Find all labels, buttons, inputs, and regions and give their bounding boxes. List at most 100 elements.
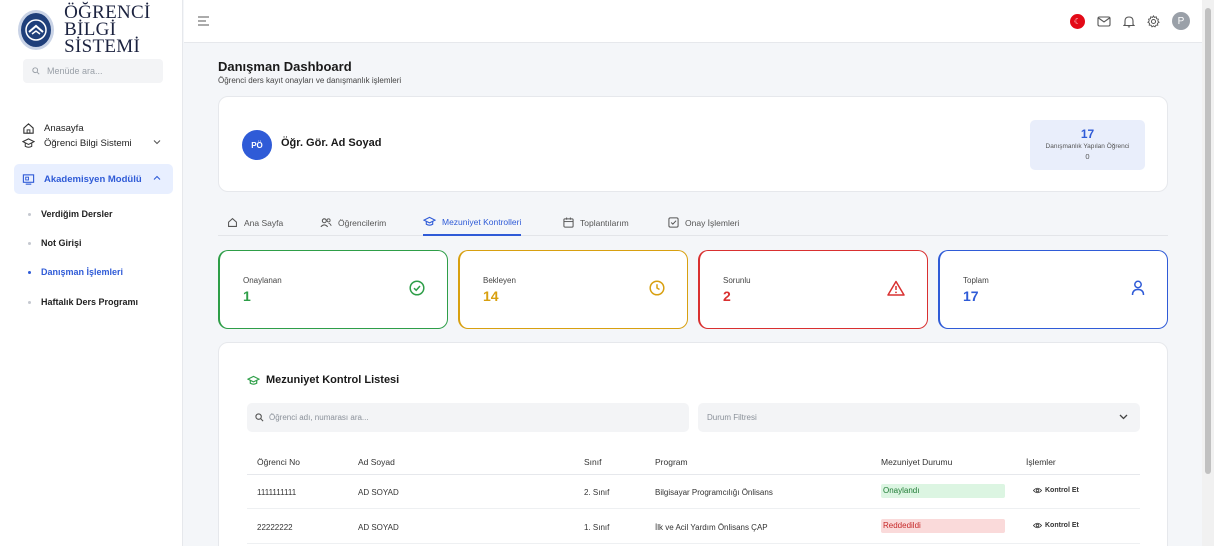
search-icon bbox=[32, 67, 40, 75]
user-avatar[interactable]: P bbox=[1172, 12, 1190, 30]
check-button[interactable]: Kontrol Et bbox=[1033, 487, 1079, 494]
sidebar-subitem-advisor-operations[interactable]: Danışman İşlemleri bbox=[28, 267, 123, 277]
advisor-profile-card: PÖ Öğr. Gör. Ad Soyad 17 Danışmanlık Yap… bbox=[218, 96, 1168, 192]
table-row[interactable]: 1111111111 AD SOYAD 2. Sınıf Bilgisayar … bbox=[247, 475, 1140, 509]
page-scrollbar[interactable] bbox=[1202, 0, 1214, 546]
list-title: Mezuniyet Kontrol Listesi bbox=[247, 374, 399, 386]
menu-search-placeholder: Menüde ara... bbox=[47, 66, 103, 76]
status-filter-select[interactable]: Durum Filtresi bbox=[698, 403, 1140, 432]
tab-label: Öğrencilerim bbox=[338, 217, 387, 228]
stat-label: Sorunlu bbox=[723, 276, 751, 285]
column-header-actions[interactable]: İşlemler bbox=[1026, 457, 1056, 467]
stat-label: Bekleyen bbox=[483, 276, 516, 285]
tab-label: Ana Sayfa bbox=[244, 217, 284, 228]
advisor-avatar: PÖ bbox=[242, 130, 272, 160]
status-badge: Onaylandı bbox=[881, 484, 1005, 498]
advisor-name: Öğr. Gör. Ad Soyad bbox=[281, 137, 382, 149]
bullet-icon bbox=[28, 300, 31, 304]
graduation-cap-icon bbox=[423, 216, 436, 226]
sidebar-subitem-label: Haftalık Ders Programı bbox=[41, 297, 139, 307]
sidebar-item-student-info[interactable]: Öğrenci Bilgi Sistemi bbox=[14, 128, 173, 158]
eye-icon bbox=[1033, 522, 1042, 529]
checkbox-icon bbox=[668, 217, 679, 228]
page-title: Danışman Dashboard bbox=[218, 59, 352, 74]
stat-value: 17 bbox=[963, 288, 979, 304]
stat-label: Onaylanan bbox=[243, 276, 282, 285]
tab-label: Onay İşlemleri bbox=[685, 217, 740, 228]
university-seal-icon bbox=[18, 9, 55, 50]
cell-student-no: 22222222 bbox=[257, 523, 293, 532]
sidebar-subitem-given-courses[interactable]: Verdiğim Dersler bbox=[28, 209, 113, 219]
user-icon bbox=[1131, 280, 1145, 296]
column-header-program[interactable]: Program bbox=[655, 457, 688, 467]
mail-icon[interactable] bbox=[1097, 15, 1111, 27]
graduation-cap-icon bbox=[21, 136, 35, 150]
dashboard-tabs: Ana Sayfa Öğrencilerim Mezuniyet Kontrol… bbox=[218, 209, 1168, 236]
user-avatar-initial: P bbox=[1177, 15, 1185, 27]
advised-students-sub: 0 bbox=[1085, 152, 1090, 161]
check-button-label: Kontrol Et bbox=[1045, 522, 1079, 529]
sidebar-item-label: Akademisyen Modülü bbox=[44, 173, 142, 185]
column-header-class[interactable]: Sınıf bbox=[584, 457, 601, 467]
cell-name: AD SOYAD bbox=[358, 523, 399, 532]
eye-icon bbox=[1033, 487, 1042, 494]
stat-card-approved: Onaylanan 1 bbox=[218, 250, 448, 329]
graduation-cap-icon bbox=[247, 375, 260, 385]
cell-name: AD SOYAD bbox=[358, 488, 399, 497]
app-logo[interactable]: ÖĞRENCİ BİLGİ SİSTEMİ bbox=[18, 3, 182, 57]
sidebar-subitem-weekly-schedule[interactable]: Haftalık Ders Programı bbox=[28, 297, 138, 307]
tab-label: Mezuniyet Kontrolleri bbox=[442, 216, 522, 227]
tab-home[interactable]: Ana Sayfa bbox=[227, 209, 283, 236]
student-search-input[interactable]: Öğrenci adı, numarası ara... bbox=[247, 403, 689, 432]
bullet-icon bbox=[28, 270, 31, 274]
tab-label: Toplantılarım bbox=[580, 217, 629, 228]
topbar-actions: ☾ P bbox=[1070, 12, 1190, 30]
users-icon bbox=[320, 218, 332, 228]
topbar: ☾ P bbox=[184, 0, 1202, 43]
column-header-name[interactable]: Ad Soyad bbox=[358, 457, 395, 467]
cell-program: İlk ve Acil Yardım Önlisans ÇAP bbox=[655, 523, 768, 532]
app-title-line2: BİLGİ SİSTEMİ bbox=[64, 19, 141, 57]
advisor-initials: PÖ bbox=[251, 140, 263, 150]
tab-approvals[interactable]: Onay İşlemleri bbox=[668, 209, 739, 236]
status-badge: Reddedildi bbox=[881, 519, 1005, 533]
tab-graduation-checks[interactable]: Mezuniyet Kontrolleri bbox=[423, 209, 522, 236]
advised-students-stat: 17 Danışmanlık Yapılan Öğrenci 0 bbox=[1030, 120, 1145, 170]
app-title: ÖĞRENCİ BİLGİ SİSTEMİ bbox=[64, 3, 182, 57]
advised-students-label: Danışmanlık Yapılan Öğrenci bbox=[1045, 143, 1130, 150]
sidebar-item-academic-module[interactable]: Akademisyen Modülü bbox=[14, 164, 173, 194]
column-header-student-no[interactable]: Öğrenci No bbox=[257, 457, 300, 467]
bullet-icon bbox=[28, 212, 31, 216]
list-title-text: Mezuniyet Kontrol Listesi bbox=[266, 374, 400, 386]
calendar-icon bbox=[563, 217, 574, 228]
stat-card-total: Toplam 17 bbox=[938, 250, 1168, 329]
check-button-label: Kontrol Et bbox=[1045, 487, 1079, 494]
gear-icon[interactable] bbox=[1147, 14, 1160, 28]
sidebar-subitem-label: Danışman İşlemleri bbox=[41, 267, 124, 277]
stat-label: Toplam bbox=[963, 276, 989, 285]
column-header-graduation-status[interactable]: Mezuniyet Durumu bbox=[881, 457, 952, 467]
cell-class: 1. Sınıf bbox=[584, 523, 610, 532]
sidebar-subitem-grade-entry[interactable]: Not Girişi bbox=[28, 238, 82, 248]
turkish-flag-icon[interactable]: ☾ bbox=[1070, 13, 1085, 29]
menu-search-input[interactable]: Menüde ara... bbox=[23, 59, 163, 83]
bell-icon[interactable] bbox=[1123, 15, 1135, 28]
cell-program: Bilgisayar Programcılığı Önlisans bbox=[655, 488, 773, 497]
flag-symbol: ☾ bbox=[1073, 16, 1082, 26]
stat-value: 2 bbox=[723, 288, 731, 304]
bullet-icon bbox=[28, 241, 31, 245]
tab-my-students[interactable]: Öğrencilerim bbox=[320, 209, 386, 236]
sidebar-item-label: Öğrenci Bilgi Sistemi bbox=[44, 137, 132, 149]
menu-toggle-icon[interactable] bbox=[198, 16, 210, 26]
scrollbar-thumb[interactable] bbox=[1205, 8, 1211, 474]
academic-board-icon bbox=[21, 172, 35, 186]
stat-value: 14 bbox=[483, 288, 499, 304]
table-row[interactable]: 22222222 AD SOYAD 1. Sınıf İlk ve Acil Y… bbox=[247, 510, 1140, 544]
clock-icon bbox=[649, 280, 665, 296]
check-circle-icon bbox=[409, 280, 425, 296]
chevron-down-icon bbox=[153, 140, 161, 145]
cell-class: 2. Sınıf bbox=[584, 488, 610, 497]
advised-students-count: 17 bbox=[1080, 127, 1095, 141]
tab-my-meetings[interactable]: Toplantılarım bbox=[563, 209, 629, 236]
check-button[interactable]: Kontrol Et bbox=[1033, 522, 1079, 529]
